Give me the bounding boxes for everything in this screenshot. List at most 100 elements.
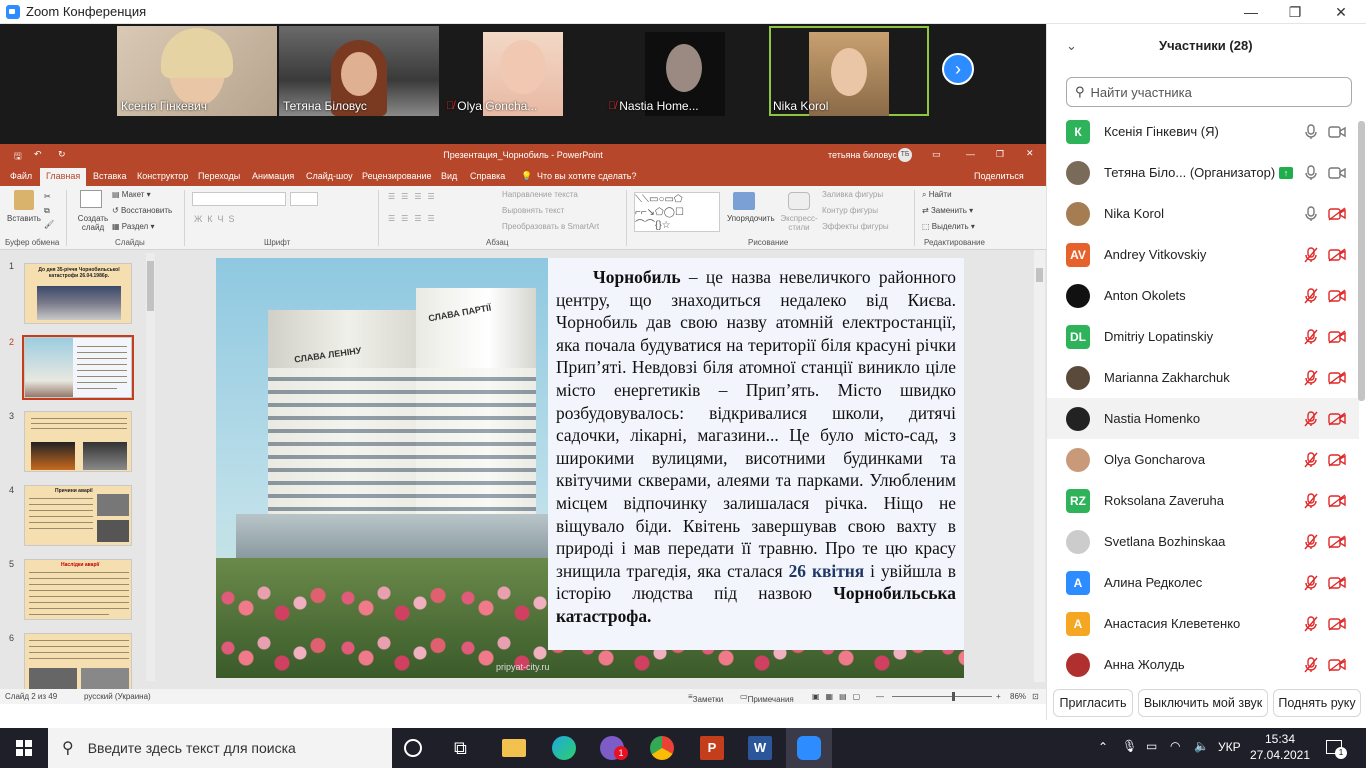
participant-row[interactable]: А Анастасия Клеветенко bbox=[1047, 603, 1359, 644]
video-tile-active-speaker[interactable]: Nika Korol bbox=[769, 26, 929, 116]
format-painter-icon[interactable]: 🖌 bbox=[44, 220, 54, 229]
mic-icon[interactable] bbox=[1304, 205, 1318, 222]
participants-scrollbar[interactable] bbox=[1358, 121, 1365, 401]
video-tile[interactable]: Тетяна Біловус bbox=[279, 26, 439, 116]
windows-start-icon[interactable] bbox=[16, 740, 32, 756]
participant-row[interactable]: Marianna Zakharchuk bbox=[1047, 357, 1359, 398]
camera-icon[interactable] bbox=[1328, 166, 1346, 180]
camera-off-icon[interactable] bbox=[1328, 534, 1346, 549]
slide-scrollbar[interactable] bbox=[1034, 250, 1045, 682]
mic-muted-icon[interactable] bbox=[1304, 328, 1318, 345]
tell-me-input[interactable]: Что вы хотите сделать? bbox=[537, 171, 637, 181]
participant-search-input[interactable]: ⚲ Найти участника bbox=[1066, 77, 1352, 107]
camera-off-icon[interactable] bbox=[1328, 493, 1346, 508]
participant-row[interactable]: Nika Korol bbox=[1047, 193, 1359, 234]
font-size-field[interactable] bbox=[290, 192, 318, 206]
slide-thumbnail-selected[interactable] bbox=[22, 335, 134, 400]
mic-muted-icon[interactable] bbox=[1304, 451, 1318, 468]
tray-language[interactable]: УКР bbox=[1218, 740, 1241, 754]
paste-button[interactable]: Вставить bbox=[7, 214, 41, 223]
notes-button[interactable]: ≡ Заметки bbox=[688, 692, 723, 704]
participant-row[interactable]: RZ Roksolana Zaveruha bbox=[1047, 480, 1359, 521]
file-explorer-icon[interactable] bbox=[502, 739, 526, 757]
new-slide-icon[interactable] bbox=[80, 190, 102, 208]
notifications-icon[interactable]: 1 bbox=[1326, 740, 1347, 759]
ribbon-display-icon[interactable]: ▭ bbox=[932, 149, 941, 160]
slide-thumbnail[interactable]: Наслідки аварії bbox=[24, 559, 132, 620]
camera-off-icon[interactable] bbox=[1328, 575, 1346, 590]
tab-help[interactable]: Справка bbox=[470, 171, 505, 181]
mic-muted-icon[interactable] bbox=[1304, 615, 1318, 632]
tab-view[interactable]: Вид bbox=[441, 171, 457, 181]
view-buttons[interactable]: ▣▦▤▢ bbox=[812, 692, 866, 701]
participant-row[interactable]: DL Dmitriy Lopatinskiy bbox=[1047, 316, 1359, 357]
zoom-app-active[interactable] bbox=[786, 728, 832, 768]
mic-muted-icon[interactable] bbox=[1304, 287, 1318, 304]
mic-icon[interactable] bbox=[1304, 164, 1318, 181]
word-app-icon[interactable]: W bbox=[748, 736, 772, 760]
camera-off-icon[interactable] bbox=[1328, 411, 1346, 426]
participant-row[interactable]: Anton Okolets bbox=[1047, 275, 1359, 316]
shape-fill-button[interactable]: Заливка фигуры bbox=[822, 190, 883, 199]
camera-icon[interactable] bbox=[1328, 125, 1346, 139]
chrome-icon[interactable] bbox=[650, 736, 674, 760]
viber-icon[interactable]: 1 bbox=[600, 736, 628, 760]
mic-muted-icon[interactable] bbox=[1304, 410, 1318, 427]
quick-styles-button[interactable]: Экспресс-стили bbox=[780, 214, 818, 232]
list-buttons[interactable]: ☰☰☰☰ bbox=[388, 192, 441, 201]
tab-home[interactable]: Главная bbox=[40, 168, 87, 186]
participant-row[interactable]: Svetlana Bozhinskaa bbox=[1047, 521, 1359, 562]
tab-review[interactable]: Рецензирование bbox=[362, 171, 432, 181]
fit-slide-icon[interactable]: ⊡ bbox=[1032, 692, 1039, 701]
zoom-out-button[interactable]: — bbox=[876, 692, 884, 701]
participant-row[interactable]: Тетяна Біло... (Организатор) ↑ bbox=[1047, 152, 1359, 193]
participant-row[interactable]: Анна Жолудь bbox=[1047, 644, 1359, 685]
font-name-field[interactable] bbox=[192, 192, 286, 206]
mic-muted-icon[interactable] bbox=[1304, 246, 1318, 263]
participant-row[interactable]: А Алина Редколес bbox=[1047, 562, 1359, 603]
mic-muted-icon[interactable] bbox=[1304, 492, 1318, 509]
tab-file[interactable]: Файл bbox=[10, 171, 32, 181]
camera-off-icon[interactable] bbox=[1328, 616, 1346, 631]
section-button[interactable]: ▦ Раздел ▾ bbox=[112, 222, 154, 231]
participant-row[interactable]: Nastia Homenko bbox=[1047, 398, 1359, 439]
camera-off-icon[interactable] bbox=[1328, 657, 1346, 672]
ppt-restore-button[interactable]: ❐ bbox=[996, 149, 1004, 160]
cortana-icon[interactable] bbox=[404, 739, 422, 757]
shape-outline-button[interactable]: Контур фигуры bbox=[822, 206, 878, 215]
tab-insert[interactable]: Вставка bbox=[93, 171, 126, 181]
copy-icon[interactable]: ⧉ bbox=[44, 206, 50, 216]
mic-muted-icon[interactable] bbox=[1304, 369, 1318, 386]
participant-row[interactable]: Olya Goncharova bbox=[1047, 439, 1359, 480]
participant-row[interactable]: К Ксенія Гінкевич (Я) bbox=[1047, 111, 1359, 152]
share-button[interactable]: Поделиться bbox=[974, 171, 1024, 181]
slide-thumbnail[interactable] bbox=[24, 633, 132, 694]
text-direction-button[interactable]: Направление текста bbox=[502, 190, 578, 199]
zoom-level[interactable]: 86% bbox=[1010, 692, 1026, 701]
edge-icon[interactable] bbox=[552, 736, 576, 760]
status-language[interactable]: русский (Украина) bbox=[84, 692, 151, 701]
tray-volume-icon[interactable]: 🔈 bbox=[1194, 739, 1209, 753]
tray-mic-icon[interactable]: 🎙 bbox=[1122, 739, 1137, 753]
zoom-slider-thumb[interactable] bbox=[952, 692, 955, 701]
paste-icon[interactable] bbox=[14, 190, 34, 210]
arrange-button[interactable]: Упорядочить bbox=[727, 214, 775, 223]
taskbar-search-input[interactable]: ⚲ Введите здесь текст для поиска bbox=[48, 728, 392, 768]
align-buttons[interactable]: ☰☰☰☰ bbox=[388, 214, 441, 223]
camera-off-icon[interactable] bbox=[1328, 288, 1346, 303]
camera-off-icon[interactable] bbox=[1328, 206, 1346, 221]
find-button[interactable]: ⌕ Найти bbox=[922, 190, 952, 200]
layout-button[interactable]: ▤ Макет ▾ bbox=[112, 190, 151, 199]
comments-button[interactable]: ▭ Примечания bbox=[740, 692, 794, 704]
maximize-button[interactable]: ❐ bbox=[1272, 0, 1318, 24]
tray-network-icon[interactable]: ▭ bbox=[1146, 739, 1157, 753]
slide-text-box[interactable]: Чорнобиль – це назва невеличкого районно… bbox=[548, 258, 964, 650]
ppt-user-avatar[interactable]: ТБ bbox=[898, 148, 912, 162]
thumbs-scrollbar[interactable] bbox=[146, 253, 155, 681]
video-tile[interactable]: 🎙̸ Nastia Home... bbox=[604, 26, 764, 116]
font-style-buttons[interactable]: ЖКЧS bbox=[194, 214, 240, 224]
align-text-button[interactable]: Выровнять текст bbox=[502, 206, 564, 215]
tab-slideshow[interactable]: Слайд-шоу bbox=[306, 171, 353, 181]
slide-thumbnail[interactable] bbox=[24, 411, 132, 472]
camera-off-icon[interactable] bbox=[1328, 329, 1346, 344]
